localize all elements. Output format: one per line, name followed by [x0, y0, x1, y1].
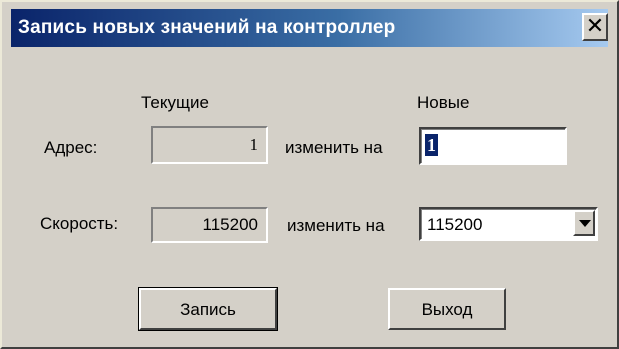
new-address-value: 1	[425, 134, 438, 156]
speed-change-label: изменить на	[287, 216, 385, 235]
current-speed-field: 115200	[151, 207, 268, 243]
chevron-down-icon	[579, 220, 591, 227]
exit-button-label: Выход	[421, 300, 473, 319]
new-header: Новые	[417, 93, 470, 112]
new-address-input[interactable]: 1	[419, 127, 567, 165]
current-header: Текущие	[141, 93, 209, 112]
speed-dropdown-button[interactable]	[573, 210, 595, 236]
close-icon: ✕	[585, 13, 605, 38]
title-bar[interactable]: Запись новых значений на контроллер ✕	[11, 9, 608, 47]
speed-select[interactable]: 115200	[419, 207, 598, 241]
address-label: Адрес:	[44, 138, 98, 157]
exit-button[interactable]: Выход	[388, 288, 506, 330]
speed-label: Скорость:	[40, 214, 119, 233]
close-button[interactable]: ✕	[582, 13, 608, 41]
write-button-label: Запись	[180, 300, 236, 319]
address-change-label: изменить на	[285, 138, 383, 157]
window-title: Запись новых значений на контроллер	[18, 17, 396, 38]
speed-select-value: 115200	[427, 215, 483, 234]
write-button[interactable]: Запись	[138, 287, 278, 331]
current-address-field: 1	[151, 126, 268, 164]
dialog-window: Запись новых значений на контроллер ✕ Те…	[0, 0, 619, 349]
